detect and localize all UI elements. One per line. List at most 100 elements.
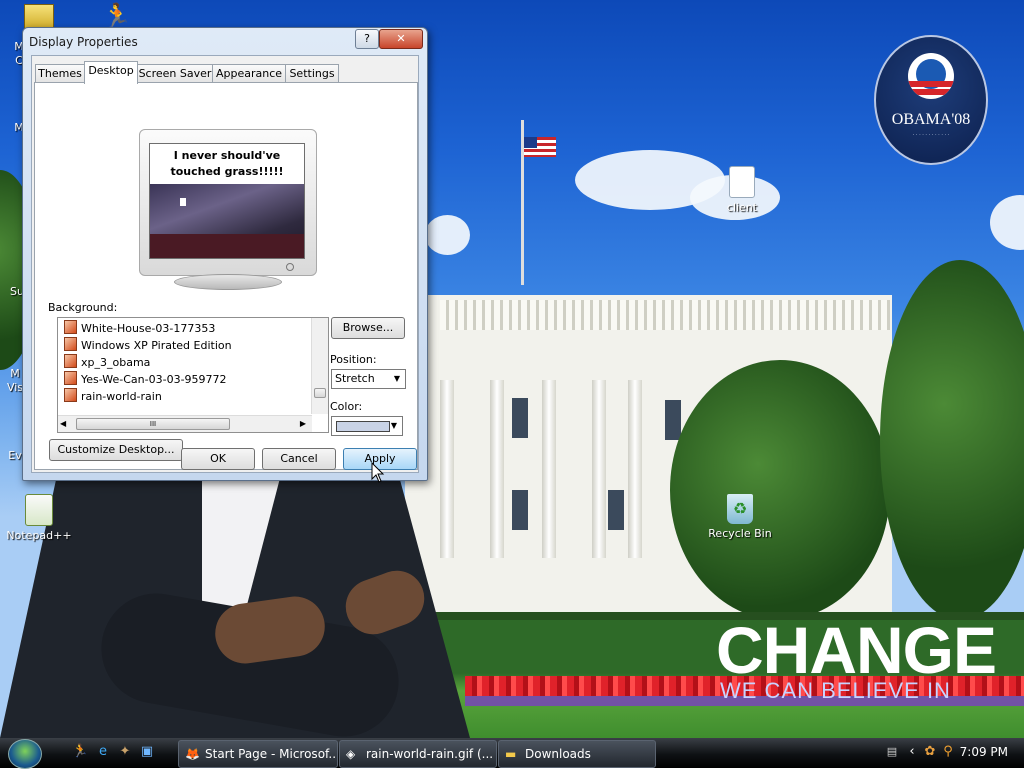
window — [665, 400, 681, 440]
gimp-icon[interactable]: ✦ — [117, 744, 133, 760]
desktop-icon-recycle-bin[interactable]: ♻ Recycle Bin — [703, 494, 777, 540]
list-item[interactable]: Yes-We-Can-03-03-959772 — [64, 371, 227, 387]
obama-logo: OBAMA'08 · · · · · · · · · · · · — [874, 35, 988, 165]
image-file-icon — [64, 320, 77, 334]
desktop-icon-notepad-plus-plus[interactable]: Notepad++ — [2, 494, 76, 542]
tab-appearance[interactable]: Appearance — [212, 64, 286, 83]
obama-logo-subtext: · · · · · · · · · · · · — [912, 132, 950, 138]
column — [592, 380, 606, 558]
aim-icon[interactable]: 🏃 — [102, 2, 132, 30]
desktop-icon-label: Notepad++ — [6, 529, 72, 542]
network-icon[interactable]: ✿ — [922, 744, 938, 760]
cancel-button[interactable]: Cancel — [262, 448, 336, 470]
list-item[interactable]: White-House-03-177353 — [64, 320, 215, 336]
chevron-down-icon: ▼ — [390, 421, 398, 430]
tab-themes[interactable]: Themes — [35, 64, 85, 83]
cloud — [990, 195, 1024, 250]
list-item[interactable]: xp_3_obama — [64, 354, 150, 370]
monitor-stand — [174, 274, 282, 290]
internet-explorer-icon[interactable]: e — [95, 744, 111, 760]
obama-logo-text: OBAMA'08 — [891, 111, 971, 128]
image-file-icon — [64, 354, 77, 368]
taskbar-button-start-page[interactable]: 🦊 Start Page - Microsof... — [178, 740, 338, 768]
color-swatch — [336, 421, 390, 432]
ok-button[interactable]: OK — [181, 448, 255, 470]
background-list[interactable]: White-House-03-177353 Windows XP Pirated… — [57, 317, 329, 433]
preview-caption: I never should've touched grass!!!!! — [170, 149, 284, 178]
taskbar-button-label: Start Page - Microsof... — [205, 747, 338, 761]
keyboard-icon[interactable]: ▤ — [884, 744, 900, 760]
media-icon[interactable]: ▣ — [139, 744, 155, 760]
image-file-icon — [64, 337, 77, 351]
preview-screen: I never should've touched grass!!!!! — [149, 143, 305, 259]
window — [512, 490, 528, 530]
image-file-icon — [64, 371, 77, 385]
help-button[interactable]: ? — [355, 29, 379, 49]
desktop-tab-panel: I never should've touched grass!!!!! Bac… — [34, 82, 418, 470]
vertical-scrollbar[interactable] — [311, 318, 328, 414]
background-label: Background: — [48, 301, 118, 314]
position-select[interactable]: Stretch ▼ — [331, 369, 406, 389]
customize-desktop-button[interactable]: Customize Desktop... — [49, 439, 183, 461]
tree — [880, 260, 1024, 620]
list-item[interactable]: Windows XP Pirated Edition — [64, 337, 232, 353]
mouse-cursor-icon — [371, 462, 385, 483]
dialog-body: Themes Desktop Screen Saver Appearance S… — [31, 55, 419, 473]
taskbar-button-label: rain-world-rain.gif (... — [366, 747, 494, 761]
image-file-icon — [64, 388, 77, 402]
desktop-icon-label: Recycle Bin — [708, 527, 772, 540]
column — [628, 380, 642, 558]
display-properties-dialog: Display Properties ? ✕ Themes Desktop Sc… — [22, 27, 428, 481]
balustrade — [440, 300, 890, 330]
clock[interactable]: 7:09 PM — [960, 745, 1008, 759]
start-button[interactable] — [8, 739, 42, 769]
color-picker[interactable]: ▼ — [331, 416, 403, 436]
scroll-thumb[interactable] — [314, 388, 326, 398]
wallpaper-slogan-sub: WE CAN BELIEVE IN — [720, 678, 951, 703]
recycle-bin-icon: ♻ — [727, 494, 753, 524]
document-icon — [729, 166, 755, 198]
browser-icon: 🦊 — [185, 747, 200, 761]
system-tray: ▤ ‹ ✿ ⚲ 7:09 PM — [880, 738, 1024, 768]
desktop-icon-client[interactable]: client — [705, 166, 779, 214]
chevron-down-icon: ▼ — [393, 374, 401, 383]
monitor-preview: I never should've touched grass!!!!! — [139, 129, 317, 276]
tab-screen-saver[interactable]: Screen Saver — [137, 64, 213, 83]
position-label: Position: — [330, 353, 377, 366]
scroll-left-icon[interactable]: ◀ — [60, 419, 66, 428]
obama-logo-emblem — [908, 53, 954, 99]
window — [512, 398, 528, 438]
flag-canton — [524, 137, 537, 148]
notepad-plus-plus-icon — [25, 494, 53, 526]
taskbar: 🏃 e ✦ ▣ 🦊 Start Page - Microsof... ◈ rai… — [0, 738, 1024, 769]
preview-image — [150, 184, 304, 258]
column — [440, 380, 454, 558]
list-item[interactable]: rain-world-rain — [64, 388, 162, 404]
tree — [670, 360, 890, 620]
scroll-right-icon[interactable]: ▶ — [300, 419, 306, 428]
scroll-thumb[interactable]: III — [76, 418, 230, 430]
dialog-titlebar[interactable]: Display Properties ? ✕ — [23, 28, 427, 54]
tab-desktop[interactable]: Desktop — [84, 61, 138, 84]
taskbar-button-rain-world[interactable]: ◈ rain-world-rain.gif (... — [339, 740, 497, 768]
aim-icon[interactable]: 🏃 — [72, 744, 88, 760]
window — [608, 490, 624, 530]
color-label: Color: — [330, 400, 363, 413]
browse-button[interactable]: Browse... — [331, 317, 405, 339]
close-button[interactable]: ✕ — [379, 29, 423, 49]
cloud — [425, 215, 470, 255]
desktop-icon-label: client — [726, 201, 758, 214]
wallpaper-slogan: CHANGE — [716, 613, 997, 687]
chevron-left-icon[interactable]: ‹ — [904, 744, 920, 760]
image-viewer-icon: ◈ — [346, 747, 356, 761]
search-icon[interactable]: ⚲ — [940, 744, 956, 760]
monitor-power-knob — [286, 263, 294, 271]
taskbar-button-label: Downloads — [525, 747, 591, 761]
taskbar-button-downloads[interactable]: ▬ Downloads — [498, 740, 656, 768]
dialog-title: Display Properties — [29, 35, 138, 49]
column — [490, 380, 504, 558]
horizontal-scrollbar[interactable]: ◀ III ▶ — [58, 415, 312, 432]
position-value: Stretch — [335, 372, 375, 385]
column — [542, 380, 556, 558]
tab-settings[interactable]: Settings — [285, 64, 339, 83]
